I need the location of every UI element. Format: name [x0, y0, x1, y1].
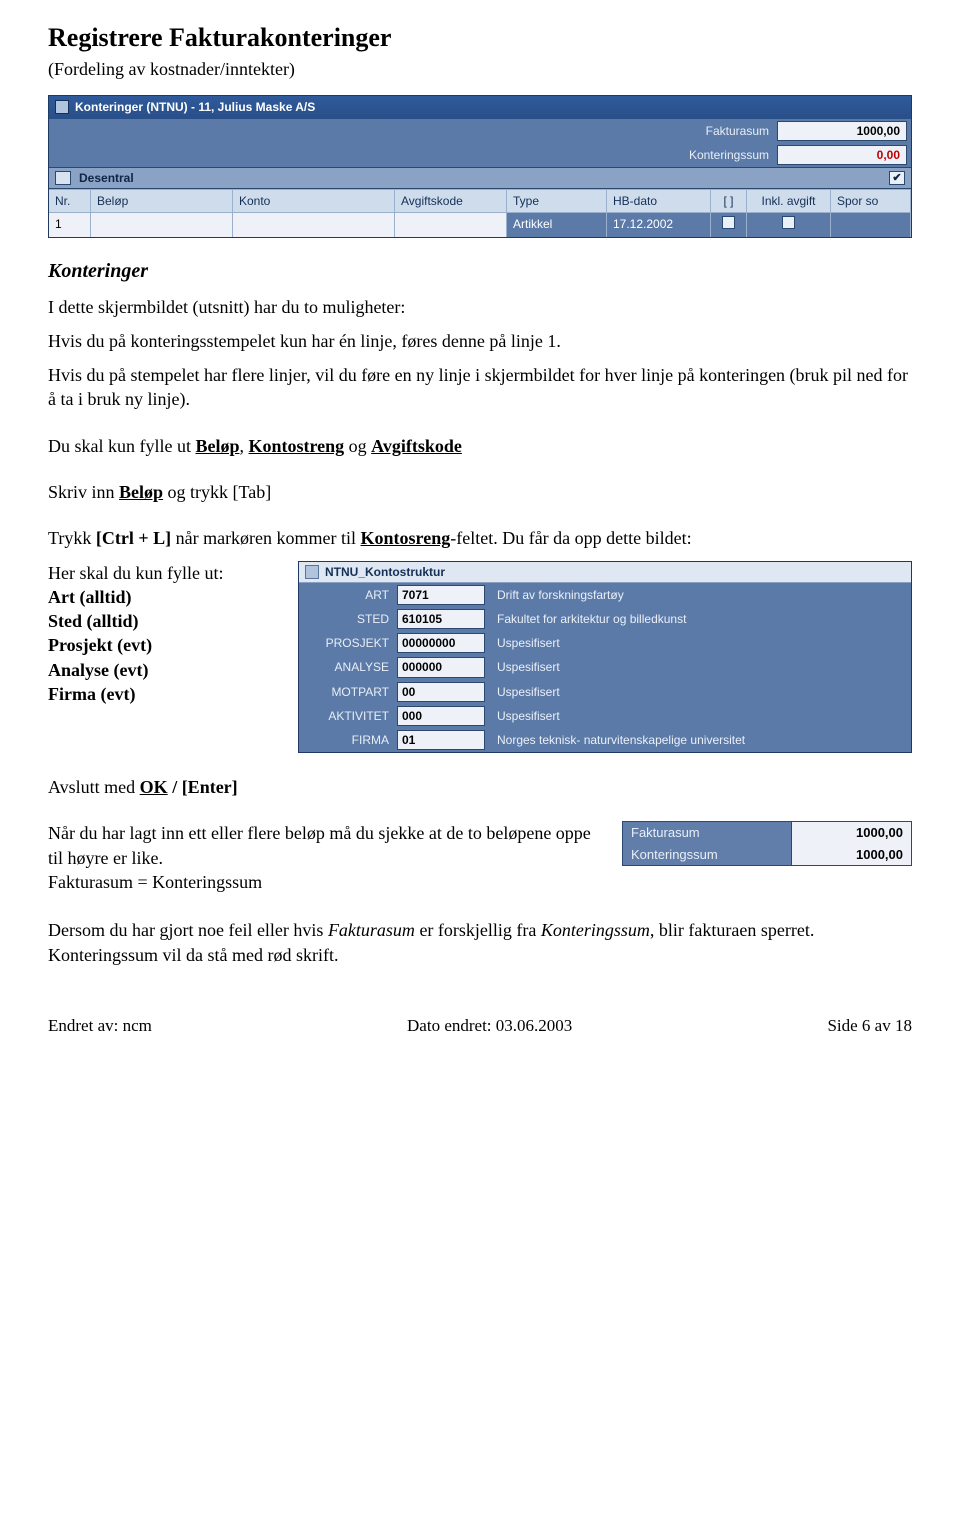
form-row-motpart: MOTPART 00 Uspesifisert	[299, 680, 911, 704]
paragraph: Hvis du på stempelet har flere linjer, v…	[48, 363, 912, 412]
col-hbdato: HB-dato	[607, 190, 711, 212]
konteringssum-label: Konteringssum	[689, 147, 769, 163]
col-type: Type	[507, 190, 607, 212]
cell-hbdato: 17.12.2002	[607, 213, 711, 236]
field-desc: Drift av forskningsfartøy	[485, 587, 905, 603]
window-titlebar: Konteringer (NTNU) - 11, Julius Maske A/…	[49, 96, 911, 118]
paragraph: Dersom du har gjort noe feil eller hvis …	[48, 918, 912, 967]
window-titlebar: NTNU_Kontostruktur	[299, 562, 911, 583]
app-icon	[55, 100, 69, 114]
col-bracket: [ ]	[711, 190, 747, 212]
sum-compare-box: Fakturasum 1000,00 Konteringssum 1000,00	[622, 821, 912, 866]
paragraph: Trykk [Ctrl + L] når markøren kommer til…	[48, 526, 912, 550]
window-title: Konteringer (NTNU) - 11, Julius Maske A/…	[75, 99, 315, 115]
table-header-row: Nr. Beløp Konto Avgiftskode Type HB-dato…	[49, 189, 911, 212]
page-footer: Endret av: ncm Dato endret: 03.06.2003 S…	[48, 1015, 912, 1038]
window-title: NTNU_Kontostruktur	[325, 564, 445, 580]
col-avgiftskode: Avgiftskode	[395, 190, 507, 212]
footer-date: Dato endret: 03.06.2003	[407, 1015, 572, 1038]
field-label: PROSJEKT	[305, 635, 397, 651]
art-input[interactable]: 7071	[397, 585, 485, 605]
fakturasum-label: Fakturasum	[706, 123, 769, 139]
col-nr: Nr.	[49, 190, 91, 212]
table-row[interactable]: 1 Artikkel 17.12.2002	[49, 212, 911, 236]
form-row-art: ART 7071 Drift av forskningsfartøy	[299, 583, 911, 607]
kontostruktur-window: NTNU_Kontostruktur ART 7071 Drift av for…	[298, 561, 912, 754]
group-icon	[55, 171, 71, 185]
firma-input[interactable]: 01	[397, 730, 485, 750]
group-checkbox[interactable]: ✔	[889, 171, 905, 185]
col-spor: Spor so	[831, 190, 911, 212]
field-desc: Uspesifisert	[485, 635, 905, 651]
konteringssum-value: 1000,00	[791, 844, 911, 866]
app-icon	[305, 565, 319, 579]
konteringer-window: Konteringer (NTNU) - 11, Julius Maske A/…	[48, 95, 912, 237]
paragraph: Når du har lagt inn ett eller flere belø…	[48, 821, 598, 894]
form-row-prosjekt: PROSJEKT 00000000 Uspesifisert	[299, 631, 911, 655]
cell-nr[interactable]: 1	[49, 213, 91, 236]
paragraph: Skriv inn Beløp og trykk [Tab]	[48, 480, 912, 504]
prosjekt-input[interactable]: 00000000	[397, 633, 485, 653]
sted-input[interactable]: 610105	[397, 609, 485, 629]
paragraph: Avslutt med OK / [Enter]	[48, 775, 912, 799]
col-belop: Beløp	[91, 190, 233, 212]
field-label: STED	[305, 611, 397, 627]
group-header[interactable]: Desentral ✔	[49, 167, 911, 189]
cell-spor	[831, 213, 911, 236]
konteringssum-value: 0,00	[777, 145, 907, 165]
fakturasum-label: Fakturasum	[623, 822, 791, 844]
form-row-sted: STED 610105 Fakultet for arkitektur og b…	[299, 607, 911, 631]
cell-konto[interactable]	[233, 213, 395, 236]
form-row-aktivitet: AKTIVITET 000 Uspesifisert	[299, 704, 911, 728]
cell-bracket[interactable]	[711, 213, 747, 236]
page-subtitle: (Fordeling av kostnader/inntekter)	[48, 57, 912, 81]
analyse-input[interactable]: 000000	[397, 657, 485, 677]
cell-avgiftskode[interactable]	[395, 213, 507, 236]
form-row-firma: FIRMA 01 Norges teknisk- naturvitenskape…	[299, 728, 911, 752]
paragraph: Du skal kun fylle ut Beløp, Kontostreng …	[48, 434, 912, 458]
cell-inklavgift[interactable]	[747, 213, 831, 236]
konteringssum-label: Konteringssum	[623, 844, 791, 866]
paragraph: I dette skjermbildet (utsnitt) har du to…	[48, 295, 912, 319]
form-row-analyse: ANALYSE 000000 Uspesifisert	[299, 655, 911, 679]
field-desc: Fakultet for arkitektur og billedkunst	[485, 611, 905, 627]
section-heading: Konteringer	[48, 258, 912, 285]
field-label: ANALYSE	[305, 659, 397, 675]
page-title: Registrere Fakturakonteringer	[48, 20, 912, 55]
cell-type: Artikkel	[507, 213, 607, 236]
aktivitet-input[interactable]: 000	[397, 706, 485, 726]
group-label: Desentral	[79, 170, 134, 186]
paragraph: Hvis du på konteringsstempelet kun har é…	[48, 329, 912, 353]
footer-author: Endret av: ncm	[48, 1015, 152, 1038]
sum-row: Fakturasum 1000,00	[623, 822, 911, 844]
motpart-input[interactable]: 00	[397, 682, 485, 702]
fakturasum-value: 1000,00	[777, 121, 907, 141]
field-label: AKTIVITET	[305, 708, 397, 724]
sum-row: Konteringssum 1000,00	[623, 844, 911, 866]
col-konto: Konto	[233, 190, 395, 212]
field-desc: Uspesifisert	[485, 659, 905, 675]
field-label: MOTPART	[305, 684, 397, 700]
cell-belop[interactable]	[91, 213, 233, 236]
field-desc: Uspesifisert	[485, 684, 905, 700]
field-desc: Norges teknisk- naturvitenskapelige univ…	[485, 732, 905, 748]
col-inklavgift: Inkl. avgift	[747, 190, 831, 212]
field-label: FIRMA	[305, 732, 397, 748]
field-desc: Uspesifisert	[485, 708, 905, 724]
field-label: ART	[305, 587, 397, 603]
footer-page: Side 6 av 18	[827, 1015, 912, 1038]
fakturasum-value: 1000,00	[791, 822, 911, 844]
fill-instructions: Her skal du kun fylle ut: Art (alltid) S…	[48, 561, 278, 707]
